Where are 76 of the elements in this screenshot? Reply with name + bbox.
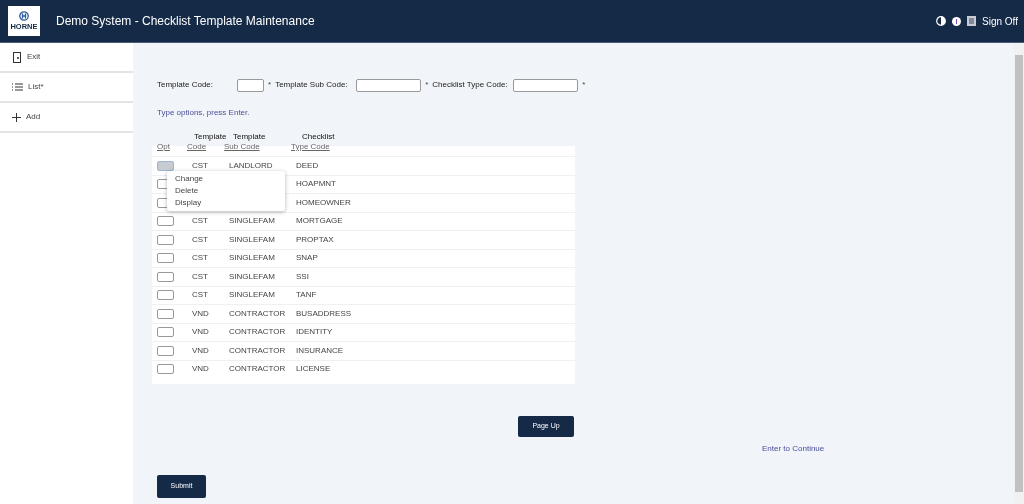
option-field[interactable] bbox=[157, 234, 174, 245]
table-cell: CONTRACTOR bbox=[229, 364, 286, 374]
list-icon bbox=[12, 83, 23, 91]
sidebar-item[interactable]: Add bbox=[0, 103, 133, 133]
column-heading: Checklist bbox=[302, 132, 335, 141]
option-field[interactable] bbox=[157, 160, 174, 171]
field-label: Template Sub Code: bbox=[275, 79, 349, 91]
option-field[interactable] bbox=[157, 308, 174, 319]
field-label: Checklist Type Code: bbox=[432, 79, 509, 91]
table-cell: VND bbox=[192, 327, 209, 337]
input-field[interactable] bbox=[237, 78, 264, 92]
door-icon bbox=[12, 51, 22, 63]
sign-off-button[interactable]: Sign Off bbox=[982, 13, 1018, 29]
table-cell: SNAP bbox=[296, 253, 318, 263]
instructions: Type options, press Enter. bbox=[157, 107, 251, 119]
table-cell: HOMEOWNER bbox=[296, 197, 351, 207]
table-cell: CST bbox=[192, 216, 208, 226]
table-cell: TANF bbox=[296, 290, 317, 300]
plus-icon bbox=[12, 112, 21, 122]
scrollbar[interactable] bbox=[1014, 43, 1024, 504]
continue-hint: Enter to Continue bbox=[762, 443, 825, 455]
option-field[interactable] bbox=[157, 271, 174, 282]
contrast-icon[interactable] bbox=[936, 16, 947, 26]
logo-icon bbox=[19, 11, 29, 22]
table-cell: SINGLEFAM bbox=[229, 290, 275, 300]
input-field[interactable] bbox=[513, 78, 579, 92]
table-cell: CONTRACTOR bbox=[229, 308, 286, 318]
table-cell: CST bbox=[192, 253, 208, 263]
sidebar-item[interactable]: List* bbox=[0, 73, 133, 103]
table-cell: VND bbox=[192, 345, 209, 355]
table-cell: CONTRACTOR bbox=[229, 345, 286, 355]
document-icon[interactable] bbox=[967, 16, 977, 26]
table-cell: BUSADDRESS bbox=[296, 308, 352, 318]
table-cell: SINGLEFAM bbox=[229, 253, 275, 263]
table-cell: CST bbox=[192, 160, 208, 170]
table-cell: CST bbox=[192, 290, 208, 300]
column-heading[interactable]: Opt bbox=[157, 142, 170, 151]
table-cell: VND bbox=[192, 308, 209, 318]
option-field[interactable] bbox=[157, 364, 174, 375]
table-cell: LICENSE bbox=[296, 364, 331, 374]
column-heading: Template bbox=[194, 132, 227, 141]
window-title: Demo System - Checklist Template Maintenance bbox=[56, 13, 315, 30]
table-cell: LANDLORD bbox=[229, 160, 273, 170]
sidebar-item[interactable]: Exit bbox=[0, 43, 133, 73]
required-mark: * bbox=[268, 79, 272, 91]
option-field[interactable] bbox=[157, 327, 174, 338]
table-cell: CST bbox=[192, 271, 208, 281]
table-cell: HOAPMNT bbox=[296, 179, 336, 189]
info-icon[interactable] bbox=[952, 16, 962, 26]
option-field[interactable] bbox=[157, 290, 174, 301]
option-field[interactable] bbox=[157, 253, 174, 264]
option-field[interactable] bbox=[157, 345, 174, 356]
table-cell: CONTRACTOR bbox=[229, 327, 286, 337]
table-cell: VND bbox=[192, 364, 209, 374]
table-cell: SINGLEFAM bbox=[229, 234, 275, 244]
required-mark: * bbox=[425, 79, 429, 91]
option-field[interactable] bbox=[157, 216, 174, 227]
required-mark: * bbox=[582, 79, 586, 91]
menu-item[interactable]: Display bbox=[167, 197, 285, 209]
column-heading[interactable]: Type Code bbox=[291, 142, 330, 151]
table-cell: MORTGAGE bbox=[296, 216, 343, 226]
table-cell: SSI bbox=[296, 271, 309, 281]
table-cell: IDENTITY bbox=[296, 327, 333, 337]
table-cell: CST bbox=[192, 234, 208, 244]
column-heading[interactable]: Sub Code bbox=[224, 142, 260, 151]
table-cell: SINGLEFAM bbox=[229, 216, 275, 226]
table-cell: DEED bbox=[296, 160, 319, 170]
menu-item[interactable]: Delete bbox=[167, 185, 285, 197]
column-heading: Template bbox=[233, 132, 266, 141]
table-cell: PROPTAX bbox=[296, 234, 334, 244]
menu-item[interactable]: Change bbox=[167, 173, 285, 185]
input-field[interactable] bbox=[356, 78, 422, 92]
field-label: Template Code: bbox=[157, 79, 215, 91]
table-cell: INSURANCE bbox=[296, 345, 344, 355]
column-heading[interactable]: Code bbox=[187, 142, 207, 151]
table-cell: SINGLEFAM bbox=[229, 271, 275, 281]
